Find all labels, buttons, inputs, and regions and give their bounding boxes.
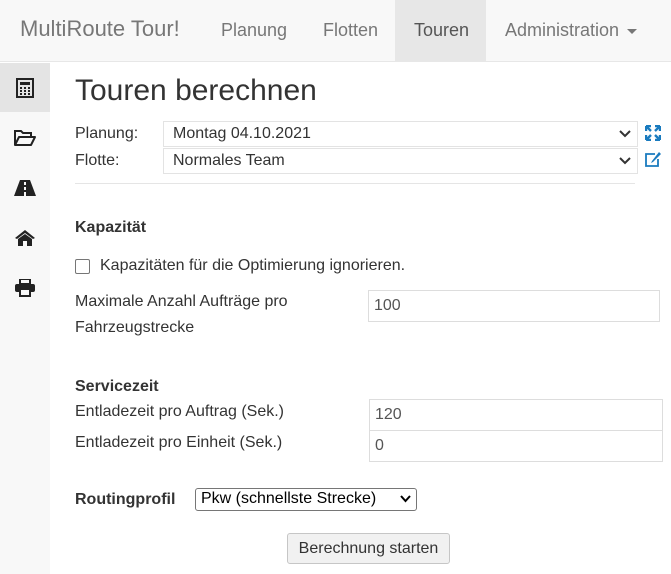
nav-item-administration[interactable]: Administration (486, 0, 656, 62)
flotte-select-value: Normales Team (173, 152, 285, 169)
planung-label: Planung: (75, 125, 139, 142)
nav-item-administration-label: Administration (505, 20, 620, 40)
chevron-down-icon (619, 130, 631, 138)
caret-down-icon (627, 28, 638, 34)
nav-item-flotten[interactable]: Flotten (304, 0, 397, 62)
road-icon (14, 179, 36, 196)
home-icon (15, 229, 35, 246)
sidebar-item-folder[interactable] (0, 113, 50, 162)
planung-select-value: Montag 04.10.2021 (173, 125, 311, 142)
sidebar (0, 63, 50, 574)
divider (75, 183, 635, 184)
sidebar-item-print[interactable] (0, 263, 50, 312)
expand-icon[interactable] (645, 125, 661, 141)
nav-item-planung[interactable]: Planung (202, 0, 306, 62)
sidebar-item-calculator[interactable] (0, 63, 50, 112)
ignore-capacity-checkbox[interactable] (75, 259, 90, 274)
unload-per-unit-input[interactable]: 0 (369, 430, 663, 462)
top-navbar: MultiRoute Tour! Planung Flotten Touren … (0, 0, 671, 62)
servicezeit-heading: Servicezeit (75, 378, 159, 395)
chevron-down-icon (400, 495, 411, 503)
calculator-icon (16, 77, 34, 98)
routing-profile-select[interactable]: Pkw (schnellste Strecke) (195, 488, 417, 511)
flotte-select[interactable]: Normales Team (163, 148, 638, 174)
max-orders-label-line2: Fahrzeugstrecke (75, 319, 195, 336)
routing-profile-value: Pkw (schnellste Strecke) (201, 490, 377, 507)
sidebar-item-home[interactable] (0, 213, 50, 262)
brand-title[interactable]: MultiRoute Tour! (20, 16, 180, 42)
unload-per-unit-label: Entladezeit pro Einheit (Sek.) (75, 434, 283, 451)
unload-per-order-input[interactable]: 120 (369, 399, 663, 431)
print-icon (15, 278, 35, 297)
planung-select[interactable]: Montag 04.10.2021 (163, 121, 638, 147)
page-title: Touren berechnen (75, 74, 317, 107)
max-orders-input[interactable]: 100 (368, 290, 660, 322)
folder-open-icon (14, 129, 36, 146)
ignore-capacity-label[interactable]: Kapazitäten für die Optimierung ignorier… (100, 257, 405, 275)
flotte-label: Flotte: (75, 152, 120, 169)
routing-profile-label: Routingprofil (75, 491, 176, 508)
start-calculation-button[interactable]: Berechnung starten (287, 533, 450, 564)
chevron-down-icon (619, 157, 631, 165)
edit-icon[interactable] (644, 151, 662, 167)
nav-item-touren[interactable]: Touren (395, 0, 486, 62)
sidebar-item-road[interactable] (0, 163, 50, 212)
unload-per-order-label: Entladezeit pro Auftrag (Sek.) (75, 403, 284, 420)
kapazitaet-heading: Kapazität (75, 219, 147, 236)
max-orders-label-line1: Maximale Anzahl Aufträge pro (75, 293, 288, 310)
